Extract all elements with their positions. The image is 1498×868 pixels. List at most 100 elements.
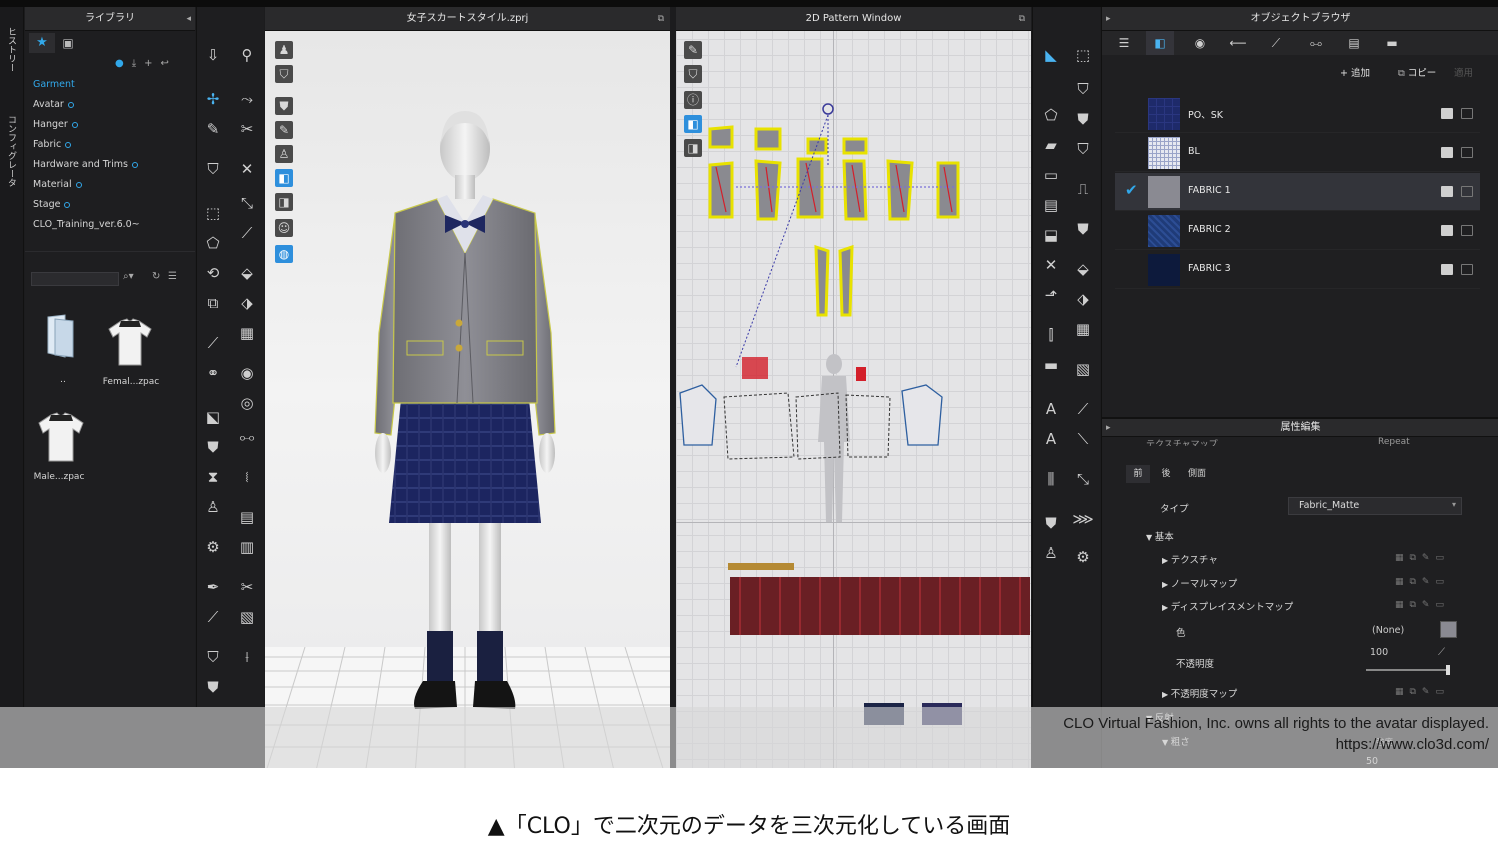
trim-tool-icon[interactable]: ⬕ [199,405,227,429]
library-tab-local-icon[interactable]: ▣ [57,33,79,53]
figure-tool-icon[interactable]: ♙ [199,495,227,519]
segment-icon[interactable]: ⟋ [233,221,261,245]
list-tab-icon[interactable]: ☰ [1110,31,1138,55]
view-garment-icon[interactable]: ⛉ [275,65,293,83]
pleat-icon[interactable]: ⫿ [1037,323,1065,347]
view-texture-icon[interactable]: ◧ [275,169,293,187]
pattern-tool-pen-icon[interactable]: ✎ [684,41,702,59]
type-select[interactable]: Fabric_Matte ▾ [1288,497,1462,515]
view-pen-icon[interactable]: ✎ [275,121,293,139]
opacity-value[interactable]: 100 [1370,647,1388,658]
pin2-tool-icon[interactable]: ⟊ [233,645,261,669]
pattern-pieces[interactable] [676,67,1031,727]
tape-tool-icon[interactable]: ⧗ [199,465,227,489]
sew4-icon[interactable]: ⎍ [1069,177,1097,201]
sew10-icon[interactable]: ⟋ [1069,397,1097,421]
buttonhole-icon[interactable]: ◎ [233,391,261,415]
sew5-icon[interactable]: ⛊ [1069,217,1097,241]
view-avatar-icon[interactable]: ♟ [275,41,293,59]
side-tab-configurator[interactable]: コンフィグレータ [5,115,18,187]
library-item-hardware[interactable]: Hardware and Trims [33,159,138,170]
edit-point-icon[interactable]: ⬠ [1037,103,1065,127]
sew13-icon[interactable]: ⋙ [1069,507,1097,531]
button-tab-icon[interactable]: ◉ [1186,31,1214,55]
sew7-icon[interactable]: ⬗ [1069,287,1097,311]
maximize-icon[interactable]: ⧉ [658,7,664,31]
sew-icon[interactable]: ⛉ [1069,77,1097,101]
texture-row[interactable]: ▶ テクスチャ [1162,552,1218,566]
pen-tool-icon[interactable]: ✒ [199,575,227,599]
basic-section-header[interactable]: ▼ 基本 [1146,529,1174,543]
lock-icon[interactable] [1461,186,1473,197]
folder-icon[interactable] [45,313,77,359]
fold-icon[interactable]: ⬏ [1037,283,1065,307]
ruler-tool-icon[interactable]: ⟋ [199,605,227,629]
graphic-tab-icon[interactable]: ▤ [1340,31,1368,55]
trace-icon[interactable]: ⬓ [1037,223,1065,247]
transform-pattern-icon[interactable]: ⬚ [1069,43,1097,67]
grid-tool-icon[interactable]: ▥ [233,535,261,559]
select-move-tool-icon[interactable]: ⇩ [199,43,227,67]
avatar-2d-icon[interactable]: ♙ [1037,541,1065,565]
library-item-avatar[interactable]: Avatar [33,99,74,110]
fabric-row-fabric-1[interactable]: ✔ FABRIC 1 [1115,173,1480,211]
pattern-tool-icon[interactable]: ▧ [233,605,261,629]
view-avatar2-icon[interactable]: ♙ [275,145,293,163]
sew8-icon[interactable]: ▦ [1069,317,1097,341]
copy-fabric-button[interactable]: ⧉ コピー [1398,65,1436,79]
select-triangle-icon[interactable]: ◣ [1037,43,1065,67]
sync-icon[interactable]: ● [115,58,132,69]
side-tab-history[interactable]: ヒストリー [5,27,18,72]
texture-actions[interactable]: ▦⧉✎▭ [1395,553,1450,563]
seam-icon[interactable]: ✕ [1037,253,1065,277]
library-search-input[interactable] [31,272,119,286]
tab-front[interactable]: 前 [1126,465,1150,483]
library-item-hanger[interactable]: Hanger [33,119,78,130]
buttonhole-tab-icon[interactable]: ⟵ [1224,31,1252,55]
sew6-icon[interactable]: ⬙ [1069,257,1097,281]
fabric-tab-icon[interactable]: ◧ [1146,31,1174,55]
top-tool-icon[interactable]: ⛉ [199,645,227,669]
rect-icon[interactable]: ▰ [1037,133,1065,157]
tape-icon[interactable]: ▬ [1037,353,1065,377]
sew11-icon[interactable]: ⟍ [1069,427,1097,451]
texture-preview-icon[interactable] [1441,225,1453,236]
view-globe-icon[interactable]: ◍ [275,245,293,263]
texture-preview-icon[interactable] [1441,147,1453,158]
fold-tool-icon[interactable]: ⤳ [233,87,261,111]
view-shirt-icon[interactable]: ⛊ [275,97,293,115]
lock-icon[interactable] [1461,108,1473,119]
apply-fabric-button[interactable]: 適用 [1454,65,1473,79]
camera-icon[interactable]: ⧉ [199,291,227,315]
download-icon[interactable]: ⤓ [132,58,144,69]
female-garment-icon[interactable] [107,317,153,367]
sew2-icon[interactable]: ⛊ [1069,107,1097,131]
jacket-tool-icon[interactable]: ⛊ [199,435,227,459]
cut-tool-icon[interactable]: ✂ [233,575,261,599]
view-head-icon[interactable]: ☺ [275,219,293,237]
checker-icon[interactable]: ▦ [233,321,261,345]
shirt2-tool-icon[interactable]: ⛊ [199,675,227,699]
topstitch-tab-icon[interactable]: ⟋ [1262,31,1290,55]
zipper-tool-icon[interactable]: ⧟ [233,425,261,449]
list-view-icon[interactable]: ☰ [168,271,177,282]
lock-icon[interactable] [1461,147,1473,158]
zipper2-tool-icon[interactable]: ⧙ [233,465,261,489]
needle-tool-icon[interactable]: ✕ [233,157,261,181]
sew3-icon[interactable]: ⛉ [1069,137,1097,161]
fabric-row-fabric-2[interactable]: FABRIC 2 [1115,212,1480,250]
fit-tool-icon[interactable]: ▤ [233,505,261,529]
add-icon[interactable]: + [144,58,160,69]
eyedropper-icon[interactable]: ⟋ [1438,647,1445,658]
fabric-tool-icon[interactable]: ⬙ [233,261,261,285]
polygon-icon[interactable]: ⬠ [199,231,227,255]
shirt-tool-icon[interactable]: ⛉ [199,157,227,181]
walk-tool-icon[interactable]: ⚲ [233,43,261,67]
sew12-icon[interactable]: ⤡ [1069,467,1097,491]
link-icon[interactable]: ⚭ [199,361,227,385]
line-tool-icon[interactable]: ⟋ [199,331,227,355]
fabric-row-po-sk[interactable]: PO、SK [1115,95,1480,133]
library-item-material[interactable]: Material [33,179,82,190]
sew14-icon[interactable]: ⚙ [1069,545,1097,569]
normal-map-actions[interactable]: ▦⧉✎▭ [1395,577,1450,587]
